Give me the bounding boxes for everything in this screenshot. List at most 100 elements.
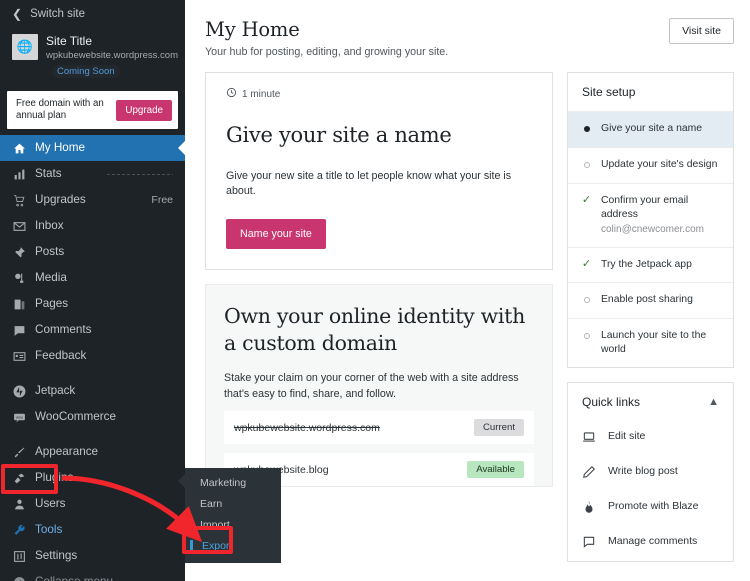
setup-item-name-site[interactable]: Give your site a name [568, 111, 733, 147]
setup-item-post-sharing[interactable]: Enable post sharing [568, 282, 733, 318]
domain-card-heading: Own your online identity with a custom d… [224, 304, 526, 355]
sidebar-item-inbox[interactable]: Inbox [0, 213, 185, 239]
sidebar-item-settings[interactable]: Settings [0, 543, 185, 569]
sidebar-item-pages[interactable]: Pages [0, 291, 185, 317]
sidebar-item-comments[interactable]: Comments [0, 317, 185, 343]
sidebar-item-appearance[interactable]: Appearance [0, 439, 185, 465]
status-badge: Coming Soon [52, 65, 120, 78]
woocommerce-icon: woo [12, 410, 26, 424]
quick-link-label: Edit site [608, 430, 646, 442]
check-icon: ✓ [581, 194, 592, 206]
site-setup-panel: Site setup Give your site a name Update … [567, 72, 734, 368]
globe-icon: 🌐 [12, 34, 38, 60]
sidebar-item-feedback[interactable]: Feedback [0, 343, 185, 369]
quick-link-label: Manage comments [608, 535, 698, 547]
pin-icon [12, 245, 26, 259]
site-setup-title: Site setup [582, 85, 636, 99]
sidebar-item-label: Stats [35, 167, 62, 180]
check-icon: ✓ [581, 258, 592, 270]
jetpack-icon [12, 384, 26, 398]
user-icon [12, 497, 26, 511]
sidebar-item-label: Users [35, 497, 66, 510]
content-columns: 1 minute Give your site a name Give your… [205, 72, 734, 562]
custom-domain-card: Own your online identity with a custom d… [205, 284, 553, 487]
visit-site-button[interactable]: Visit site [669, 18, 734, 44]
quick-link-label: Promote with Blaze [608, 500, 699, 512]
chevron-left-icon: ❮ [12, 7, 23, 21]
sidebar-item-upgrades[interactable]: Upgrades Free [0, 187, 185, 213]
task-card: 1 minute Give your site a name Give your… [205, 72, 553, 270]
task-eta-label: 1 minute [242, 88, 281, 100]
quick-link-write-blog-post[interactable]: Write blog post [568, 456, 733, 491]
sidebar-item-label: My Home [35, 141, 86, 154]
sidebar-item-users[interactable]: Users [0, 491, 185, 517]
sidebar-item-plugins[interactable]: Plugins [0, 465, 185, 491]
quick-link-manage-comments[interactable]: Manage comments [568, 526, 733, 561]
switch-site-button[interactable]: ❮ Switch site [0, 0, 185, 28]
quick-links-header: Quick links ▲ [568, 383, 733, 421]
sidebar-item-label: Settings [35, 549, 78, 562]
quick-link-promote-with-blaze[interactable]: Promote with Blaze [568, 491, 733, 526]
sidebar-item-my-home[interactable]: My Home [0, 135, 186, 161]
setup-item-label: Try the Jetpack app [601, 259, 692, 270]
quick-link-label: Write blog post [608, 465, 678, 477]
setup-item-launch-site[interactable]: Launch your site to the world [568, 318, 733, 367]
admin-sidebar: ❮ Switch site 🌐 Site Title wpkubewebsite… [0, 0, 186, 581]
secondary-column: Site setup Give your site a name Update … [553, 72, 734, 562]
submenu-item-earn[interactable]: Earn [185, 494, 281, 515]
chevron-up-icon[interactable]: ▲ [708, 396, 719, 408]
sidebar-item-label: Comments [35, 323, 92, 336]
upgrade-banner-text: Free domain with an annual plan [16, 98, 104, 121]
setup-item-confirm-email[interactable]: ✓ Confirm your email address colin@cnewc… [568, 183, 733, 247]
domain-card-description: Stake your claim on your corner of the w… [224, 372, 519, 400]
sidebar-item-label: Jetpack [35, 384, 76, 397]
sidebar-item-media[interactable]: Media [0, 265, 185, 291]
page-title: My Home [205, 18, 300, 41]
quick-link-edit-site[interactable]: Edit site [568, 421, 733, 456]
domain-name: wpkubewebsite.wordpress.com [234, 421, 380, 434]
name-your-site-button[interactable]: Name your site [226, 219, 326, 249]
pending-dot-icon [581, 329, 592, 344]
sidebar-item-label: Tools [35, 523, 63, 536]
site-title: Site Title [46, 34, 93, 48]
quick-links-panel: Quick links ▲ Edit site Write blog post … [567, 382, 734, 562]
domain-row[interactable]: wpkubewebsite.wordpress.com Current [224, 411, 534, 444]
tools-submenu-flyout: Marketing Earn Import Export [178, 468, 281, 563]
sidebar-item-tools[interactable]: Tools [0, 517, 185, 543]
sidebar-item-label: Inbox [35, 219, 64, 232]
menu-separator [0, 369, 185, 378]
sidebar-item-stats[interactable]: Stats [0, 161, 185, 187]
setup-item-label: Give your site a name [601, 123, 703, 134]
domain-status-badge: Current [474, 419, 524, 436]
sidebar-item-collapse-menu[interactable]: Collapse menu [0, 569, 185, 581]
pending-dot-icon [581, 293, 592, 308]
sidebar-item-label: Posts [35, 245, 65, 258]
upgrade-button[interactable]: Upgrade [116, 99, 172, 121]
plug-icon [12, 471, 26, 485]
pencil-icon [582, 464, 597, 483]
sidebar-item-woocommerce[interactable]: woo WooCommerce [0, 404, 185, 430]
home-icon [12, 141, 26, 155]
envelope-icon [12, 219, 26, 233]
menu-separator [0, 430, 185, 439]
comment-icon [12, 323, 26, 337]
setup-item-label: Update your site's design [601, 159, 718, 170]
pages-icon [12, 297, 26, 311]
current-site-card[interactable]: 🌐 Site Title wpkubewebsite.wordpress.com… [0, 28, 185, 86]
task-eta: 1 minute [226, 87, 532, 101]
sidebar-item-label: Upgrades [35, 193, 86, 206]
submenu-item-import[interactable]: Import [185, 515, 281, 536]
setup-item-label: Launch your site to the world [601, 330, 707, 355]
submenu-item-export[interactable]: Export [185, 536, 281, 557]
svg-text:woo: woo [16, 415, 23, 419]
sidebar-item-jetpack[interactable]: Jetpack [0, 378, 185, 404]
sidebar-item-posts[interactable]: Posts [0, 239, 185, 265]
page-subtitle: Your hub for posting, editing, and growi… [205, 46, 449, 58]
sidebar-item-label: Plugins [35, 471, 74, 484]
blaze-icon [582, 499, 597, 518]
wordpress-admin-screen: ❮ Switch site 🌐 Site Title wpkubewebsite… [0, 0, 750, 581]
submenu-item-marketing[interactable]: Marketing [185, 473, 281, 494]
setup-item-update-design[interactable]: Update your site's design [568, 147, 733, 183]
setup-item-jetpack-app[interactable]: ✓ Try the Jetpack app [568, 247, 733, 282]
site-url: wpkubewebsite.wordpress.com [46, 50, 179, 61]
